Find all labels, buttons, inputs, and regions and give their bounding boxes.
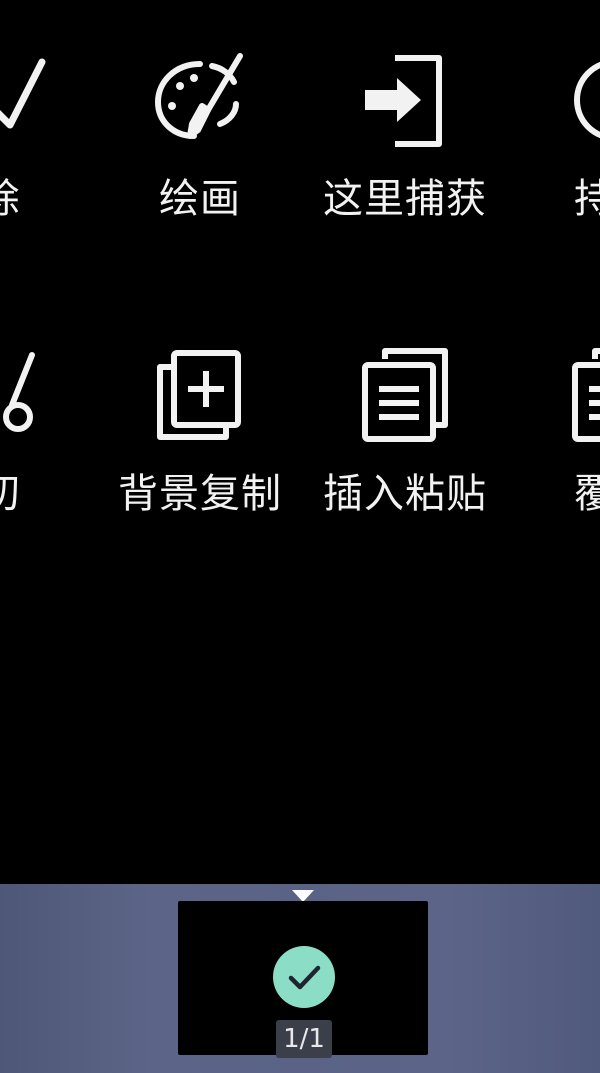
tool-background-copy[interactable]: 背景复制 <box>100 345 300 575</box>
insert-paste-icon <box>355 345 455 445</box>
background-copy-icon <box>150 345 250 445</box>
tool-paint-label: 绘画 <box>159 176 241 222</box>
tool-insert-paste-label: 插入粘贴 <box>323 471 487 517</box>
tool-overlay-label: 覆盖 <box>574 471 600 517</box>
overlay-paste-icon <box>565 345 600 445</box>
tool-capture-here[interactable]: 这里捕获 <box>305 50 505 280</box>
scissors-icon <box>0 345 50 445</box>
tool-insert-paste[interactable]: 插入粘贴 <box>305 345 505 575</box>
selected-check-icon[interactable] <box>273 946 335 1008</box>
check-icon <box>0 50 50 150</box>
capture-here-icon <box>355 50 455 150</box>
tool-overlay[interactable]: 覆盖 <box>515 345 600 575</box>
tool-paint[interactable]: 绘画 <box>100 50 300 280</box>
tool-continuous[interactable]: 持续 <box>515 50 600 280</box>
page-count-badge: 1/1 <box>276 1020 332 1058</box>
screen: 除 绘画 这里捕获 <box>0 0 600 1073</box>
tool-continuous-label: 持续 <box>574 176 600 222</box>
palette-brush-icon <box>150 50 250 150</box>
tool-delete-label: 除 <box>0 175 100 223</box>
continuous-capture-icon <box>565 50 600 150</box>
tool-delete[interactable]: 除 <box>0 50 100 280</box>
tool-cut[interactable]: 切 <box>0 345 100 575</box>
tool-capture-here-label: 这里捕获 <box>323 176 487 222</box>
tool-background-copy-label: 背景复制 <box>118 471 282 517</box>
tool-cut-label: 切 <box>0 470 100 518</box>
